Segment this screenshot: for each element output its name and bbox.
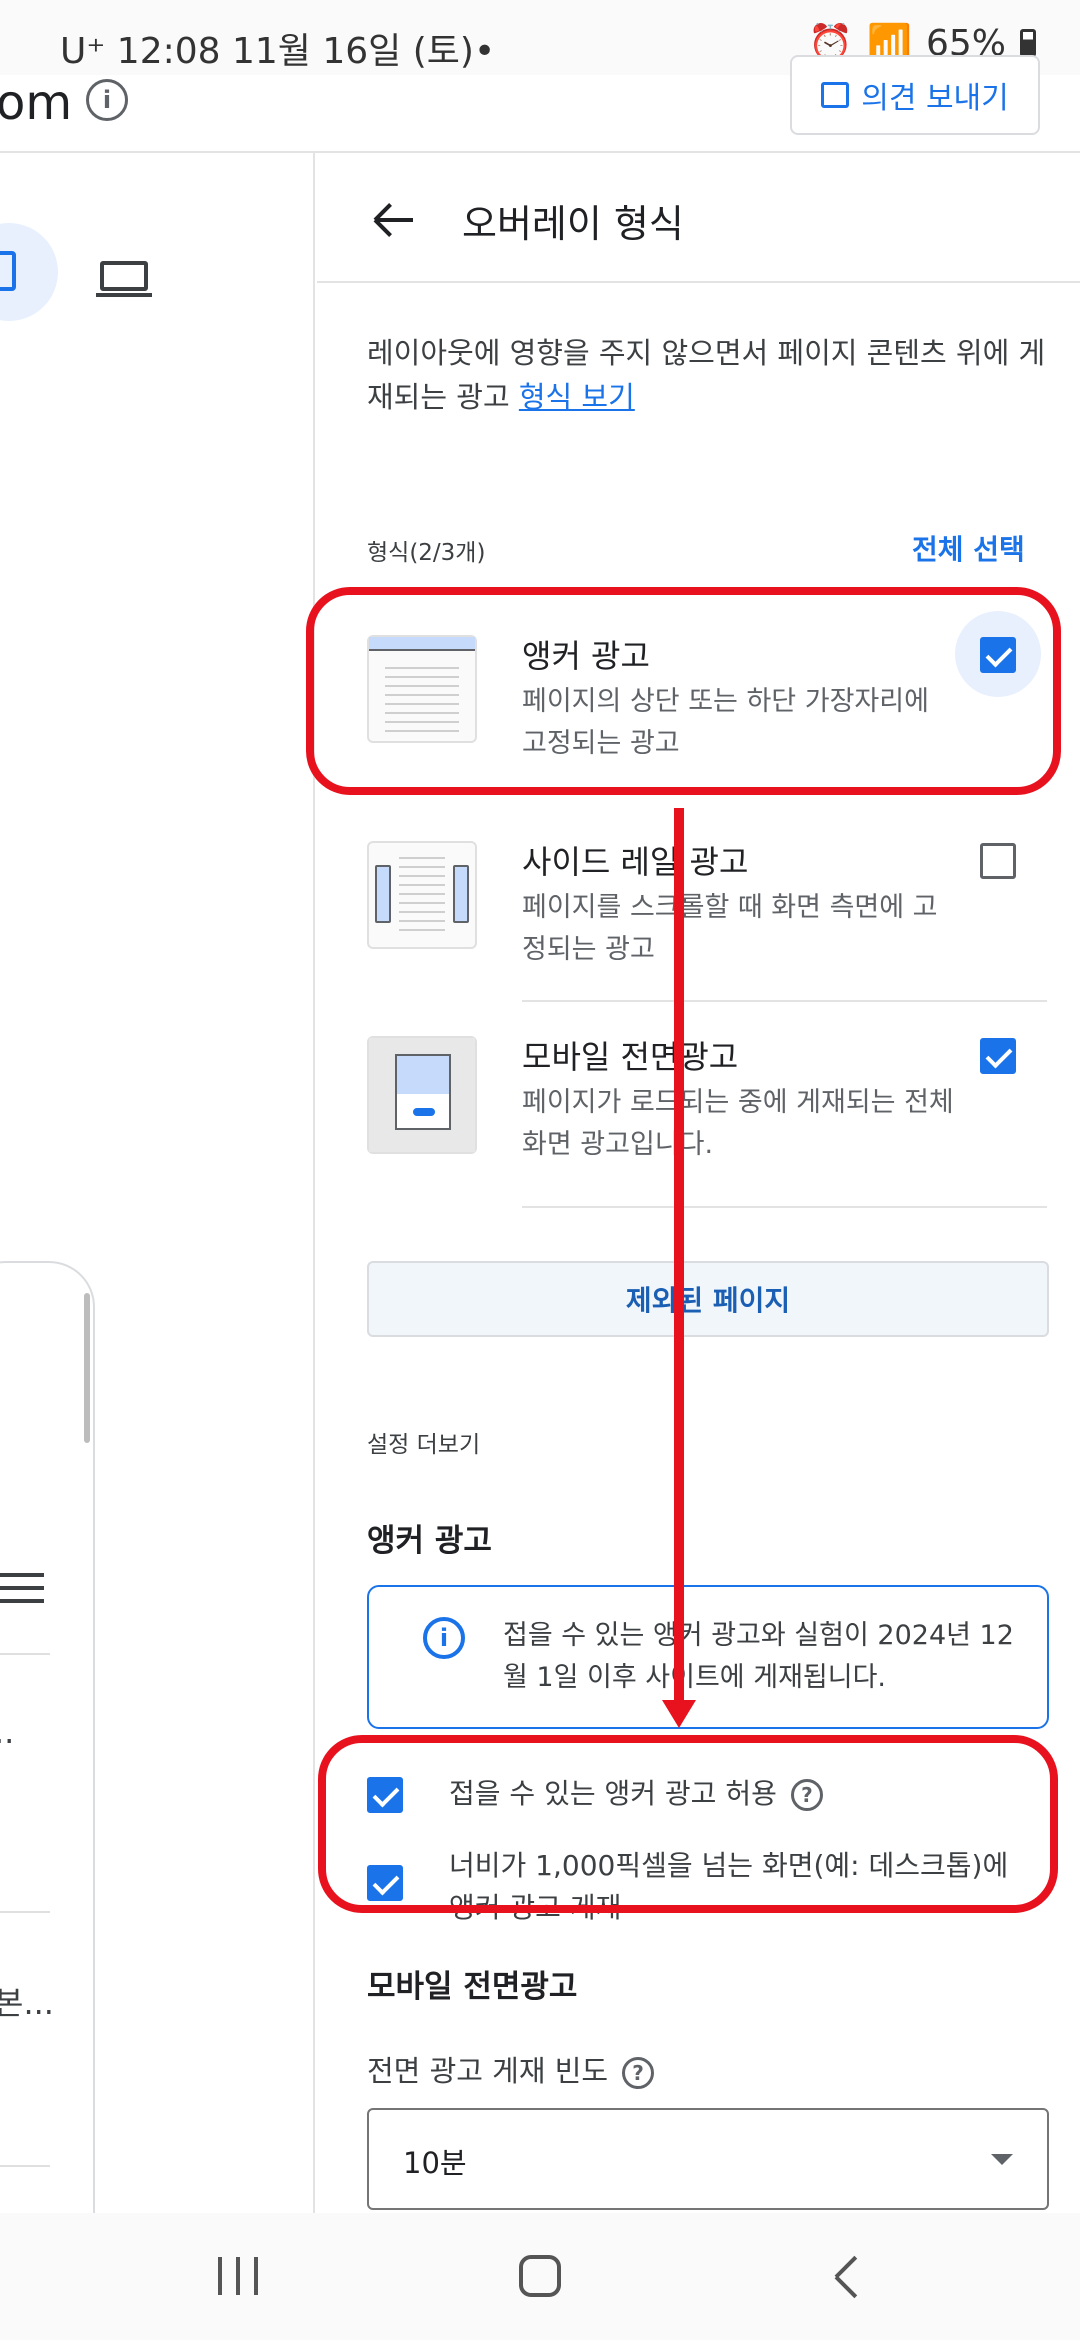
top-strip: om i 의견 보내기 bbox=[0, 55, 1080, 153]
tablet-icon bbox=[0, 251, 16, 291]
help-icon[interactable]: ? bbox=[622, 2057, 655, 2089]
divider bbox=[522, 1000, 1047, 1002]
preview-scrollbar[interactable] bbox=[84, 1293, 90, 1443]
nav-recents-icon[interactable] bbox=[218, 2257, 260, 2295]
system-nav-bar bbox=[0, 2213, 1080, 2340]
format-item-side-rail[interactable]: 사이드 레일 광고 페이지를 스크롤할 때 화면 측면에 고정되는 광고 bbox=[367, 841, 1047, 971]
nav-home-icon[interactable] bbox=[519, 2255, 561, 2297]
vignette-thumbnail bbox=[367, 1036, 477, 1154]
panel-title: 오버레이 형식 bbox=[462, 202, 684, 246]
preview-divider bbox=[0, 1911, 50, 1913]
annotation-arrow-line bbox=[674, 808, 684, 1708]
preview-row-text: .. bbox=[0, 1713, 15, 1751]
annotation-arrow-head bbox=[662, 1700, 696, 1728]
formats-count-label: 형식(2/3개) bbox=[367, 540, 486, 566]
preview-row-text: 본... bbox=[0, 1984, 54, 2022]
back-arrow-icon[interactable] bbox=[373, 201, 415, 239]
feedback-label: 의견 보내기 bbox=[861, 81, 1009, 116]
side-rail-checkbox[interactable] bbox=[980, 843, 1016, 879]
side-rail-thumbnail bbox=[367, 841, 477, 949]
anchor-info-box: i 접을 수 있는 앵커 광고와 실험이 2024년 12월 1일 이후 사이트… bbox=[367, 1585, 1049, 1729]
annotation-box-anchor bbox=[306, 587, 1061, 795]
panel-description: 레이아웃에 영향을 주지 않으면서 페이지 콘텐츠 위에 게재되는 광고 형식 … bbox=[367, 336, 1046, 414]
info-icon[interactable]: i bbox=[86, 79, 128, 121]
frequency-select[interactable]: 10분 bbox=[367, 2108, 1049, 2210]
preview-divider bbox=[0, 2165, 50, 2167]
site-domain: om bbox=[0, 75, 73, 131]
preview-pane: .. 본... bbox=[0, 153, 315, 2261]
info-icon: i bbox=[423, 1617, 465, 1659]
more-settings-label: 설정 더보기 bbox=[367, 1432, 481, 1458]
select-all-button[interactable]: 전체 선택 bbox=[912, 528, 1025, 568]
format-description: 페이지를 스크롤할 때 화면 측면에 고정되는 광고 bbox=[522, 892, 938, 965]
phone-preview-frame bbox=[0, 1261, 95, 2261]
format-title: 모바일 전면광고 bbox=[522, 1038, 739, 1076]
status-time-date: U⁺ 12:08 11월 16일 (토)• bbox=[60, 31, 496, 72]
dropdown-caret-icon bbox=[991, 2154, 1013, 2165]
vignette-checkbox[interactable] bbox=[980, 1038, 1016, 1074]
anchor-section-heading: 앵커 광고 bbox=[367, 1523, 492, 1559]
format-description: 페이지가 로드되는 중에 게재되는 전체 화면 광고입니다. bbox=[522, 1087, 954, 1160]
menu-icon[interactable] bbox=[0, 1573, 44, 1607]
format-item-vignette[interactable]: 모바일 전면광고 페이지가 로드되는 중에 게재되는 전체 화면 광고입니다. bbox=[367, 1036, 1047, 1166]
tablet-device-toggle[interactable] bbox=[0, 223, 58, 321]
feedback-button[interactable]: 의견 보내기 bbox=[790, 55, 1040, 135]
format-title: 사이드 레일 광고 bbox=[522, 843, 749, 881]
info-text: 접을 수 있는 앵커 광고와 실험이 2024년 12월 1일 이후 사이트에 … bbox=[503, 1620, 1014, 1693]
frequency-value: 10분 bbox=[403, 2146, 467, 2180]
excluded-pages-button[interactable]: 제외된 페이지 bbox=[367, 1261, 1049, 1337]
laptop-icon[interactable] bbox=[96, 261, 152, 297]
nav-back-icon[interactable] bbox=[830, 2255, 870, 2299]
divider bbox=[522, 1206, 1047, 1208]
view-formats-link[interactable]: 형식 보기 bbox=[519, 380, 635, 414]
vignette-section-heading: 모바일 전면광고 bbox=[367, 1969, 578, 2005]
frequency-label: 전면 광고 게재 빈도? bbox=[367, 2048, 655, 2090]
feedback-icon bbox=[821, 82, 850, 108]
annotation-box-options bbox=[318, 1735, 1058, 1913]
battery-icon bbox=[1020, 29, 1036, 57]
panel-header: 오버레이 형식 bbox=[317, 153, 1080, 283]
preview-divider bbox=[0, 1653, 50, 1655]
